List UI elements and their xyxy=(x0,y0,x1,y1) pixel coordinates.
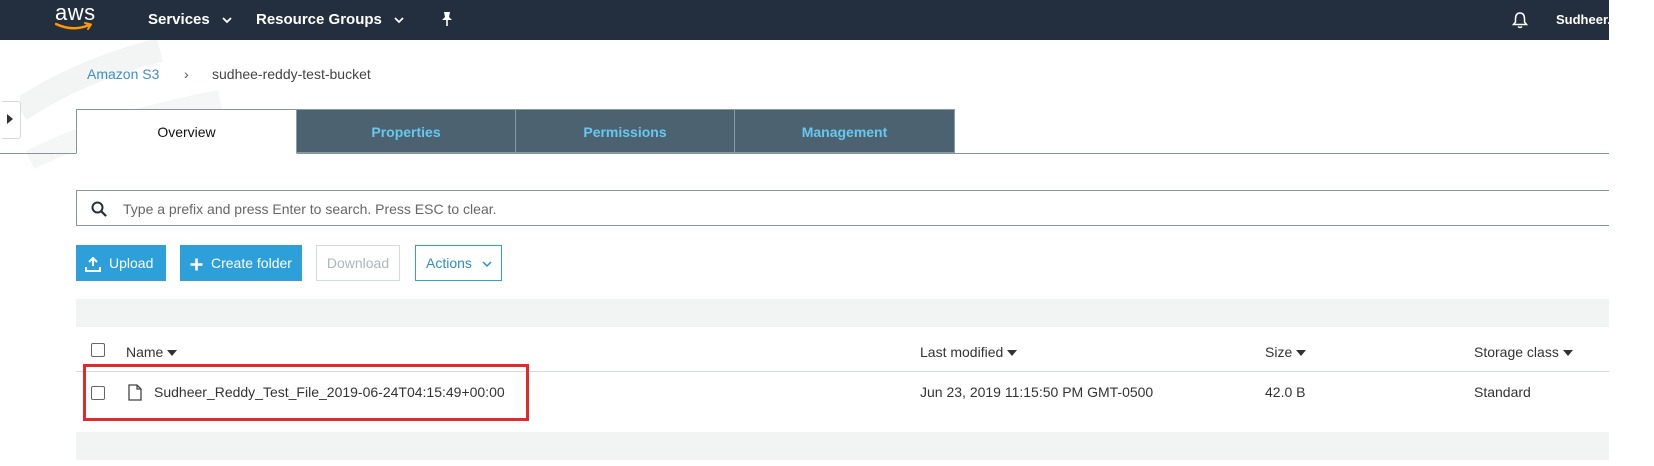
download-button[interactable]: Download xyxy=(316,245,400,281)
services-menu[interactable]: Services xyxy=(148,11,232,28)
sort-caret-icon xyxy=(167,350,178,357)
column-header-size-label: Size xyxy=(1265,344,1293,360)
last-modified-value: Jun 23, 2019 11:15:50 PM GMT-0500 xyxy=(920,384,1154,400)
table-bottom-band xyxy=(76,432,1609,460)
pin-icon[interactable] xyxy=(440,11,454,27)
column-header-size[interactable]: Size xyxy=(1265,344,1307,360)
highlight-annotation-box xyxy=(83,364,529,421)
breadcrumb-current-bucket: sudhee-reddy-test-bucket xyxy=(212,66,371,82)
table-top-band xyxy=(76,299,1609,327)
chevron-down-icon xyxy=(394,16,404,23)
services-label: Services xyxy=(148,11,210,28)
aws-smile-icon xyxy=(55,22,92,30)
resource-groups-menu[interactable]: Resource Groups xyxy=(256,11,404,28)
upload-button[interactable]: Upload xyxy=(76,245,166,281)
upload-icon xyxy=(85,256,101,272)
size-value: 42.0 B xyxy=(1265,384,1306,400)
column-header-last-modified[interactable]: Last modified xyxy=(920,344,1018,360)
actions-dropdown[interactable]: Actions xyxy=(415,245,502,281)
tab-overview[interactable]: Overview xyxy=(76,109,297,154)
column-header-last-modified-label: Last modified xyxy=(920,344,1004,360)
column-header-storage-class-label: Storage class xyxy=(1474,344,1559,360)
breadcrumb-separator: › xyxy=(184,66,189,82)
column-header-storage-class[interactable]: Storage class xyxy=(1474,344,1573,360)
resource-groups-label: Resource Groups xyxy=(256,11,382,28)
column-header-name[interactable]: Name xyxy=(126,344,178,360)
sort-caret-icon xyxy=(1562,350,1573,357)
breadcrumb-amazon-s3-link[interactable]: Amazon S3 xyxy=(87,66,159,82)
sort-caret-icon xyxy=(1296,350,1307,357)
upload-label: Upload xyxy=(109,255,154,271)
bell-icon[interactable] xyxy=(1512,11,1528,29)
actions-label: Actions xyxy=(426,255,472,271)
search-icon xyxy=(91,201,107,217)
plus-icon xyxy=(190,258,203,271)
sidebar-toggle-button[interactable] xyxy=(2,101,21,139)
sort-caret-icon xyxy=(1007,350,1018,357)
chevron-down-icon xyxy=(482,261,492,267)
aws-logo[interactable]: aws xyxy=(53,0,97,36)
caret-right-icon xyxy=(7,114,13,124)
tab-permissions[interactable]: Permissions xyxy=(515,109,735,153)
column-header-name-label: Name xyxy=(126,344,164,360)
search-box xyxy=(76,190,1609,226)
tab-management[interactable]: Management xyxy=(734,109,955,153)
top-navigation-bar: aws Services Resource Groups Sudheer. xyxy=(0,0,1609,40)
window-margin xyxy=(1609,0,1654,466)
chevron-down-icon xyxy=(222,16,232,23)
search-input[interactable] xyxy=(121,198,1025,220)
tab-properties[interactable]: Properties xyxy=(296,109,516,153)
create-folder-button[interactable]: Create folder xyxy=(180,245,302,281)
console-viewport: aws Services Resource Groups Sudheer. Am… xyxy=(0,0,1609,466)
storage-class-value: Standard xyxy=(1474,384,1531,400)
user-account-menu[interactable]: Sudheer. xyxy=(1556,12,1609,27)
select-all-checkbox[interactable] xyxy=(91,343,105,357)
create-folder-label: Create folder xyxy=(211,255,292,271)
